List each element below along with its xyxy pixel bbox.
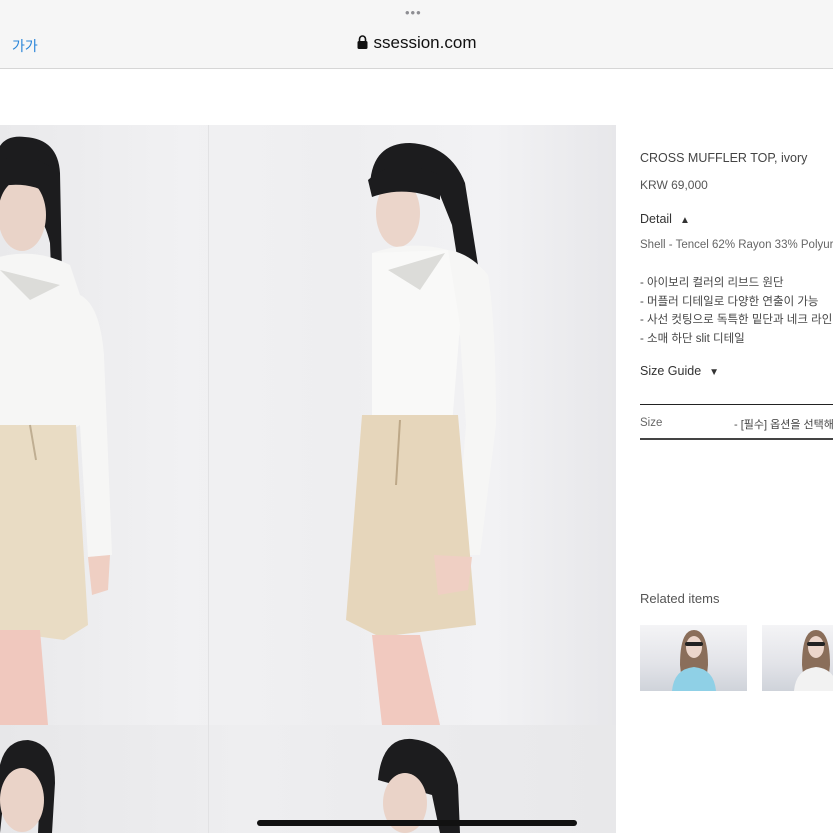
size-guide-label: Size Guide <box>640 364 702 378</box>
model-front <box>0 136 112 725</box>
detail-label: Detail <box>640 212 672 226</box>
detail-bullet: - 소매 하단 slit 디테일 <box>640 332 745 345</box>
size-guide-toggle[interactable]: Size Guide ▼ <box>640 364 833 378</box>
browser-toolbar: ••• 가가 ssession.com <box>0 0 833 69</box>
size-select[interactable]: - [필수] 옵션을 선택해 <box>734 416 833 432</box>
address-text: ssession.com <box>373 33 477 52</box>
related-item-thumbnail[interactable] <box>762 625 833 691</box>
home-indicator[interactable] <box>257 820 577 826</box>
detail-bullets: - 아이보리 컬러의 리브드 원단 - 머플러 디테일로 다양한 연출이 가능 … <box>640 274 833 348</box>
model-illustration <box>0 136 496 725</box>
product-main-image[interactable] <box>0 125 616 725</box>
related-item-thumbnail[interactable] <box>640 625 747 691</box>
detail-bullet: - 머플러 디테일로 다양한 연출이 가능 <box>640 295 819 308</box>
product-price: KRW 69,000 <box>640 178 708 192</box>
composition-text: Shell - Tencel 62% Rayon 33% Polyure <box>640 239 833 251</box>
model-side <box>346 143 496 725</box>
detail-bullet: - 아이보리 컬러의 리브드 원단 <box>640 277 784 289</box>
lock-icon <box>357 34 368 54</box>
related-items-title: Related items <box>640 591 720 606</box>
size-option-row: Size - [필수] 옵션을 선택해 <box>640 404 833 440</box>
size-label: Size <box>640 417 663 429</box>
chevron-down-icon: ▼ <box>709 367 720 378</box>
more-options-icon[interactable]: ••• <box>405 6 422 19</box>
product-name: CROSS MUFFLER TOP, ivory <box>640 151 808 165</box>
product-second-image[interactable] <box>0 725 616 833</box>
detail-bullet: - 사선 컷팅으로 독특한 밑단과 네크 라인 <box>640 314 833 326</box>
address-bar[interactable]: ssession.com <box>0 33 833 54</box>
chevron-up-icon: ▲ <box>679 215 690 226</box>
detail-toggle[interactable]: Detail ▲ <box>640 212 833 226</box>
